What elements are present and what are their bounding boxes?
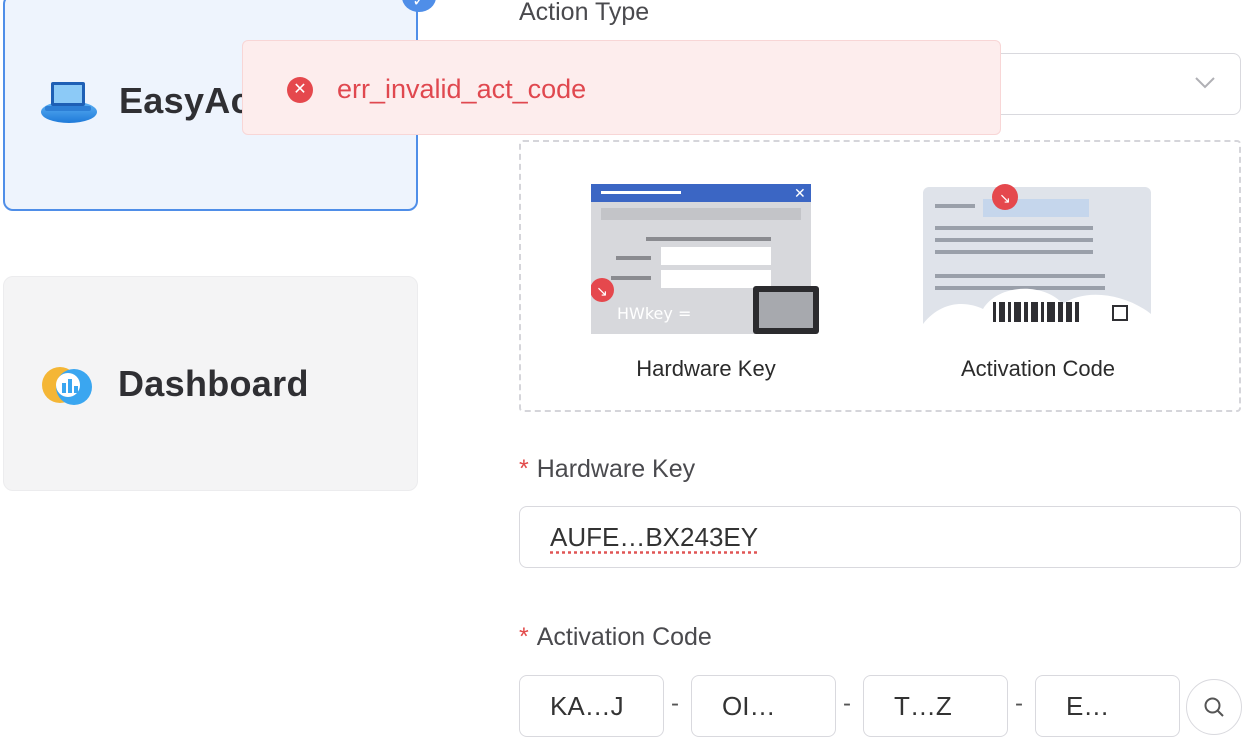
product-name-easyac: EasyAc xyxy=(119,80,251,121)
segment-separator: - xyxy=(671,690,679,717)
hardware-key-input[interactable]: AUFE…BX243EY xyxy=(519,506,1241,568)
option-activation-code[interactable]: ↘ Activation Code xyxy=(923,184,1153,384)
required-mark: * xyxy=(519,455,529,483)
hardware-key-label: * Hardware Key xyxy=(519,455,695,484)
close-icon: ✕ xyxy=(287,77,313,103)
activation-type-picker: ✕ HWkey = ↘ Hardware Key ↘ Activation Co… xyxy=(519,140,1241,412)
svg-text:↘: ↘ xyxy=(999,191,1011,207)
option-hardware-key[interactable]: ✕ HWkey = ↘ Hardware Key xyxy=(590,184,821,384)
activation-code-segment-1[interactable]: KA…J xyxy=(519,675,664,737)
activation-code-segment-4[interactable]: E… xyxy=(1035,675,1180,737)
search-button[interactable] xyxy=(1186,679,1242,735)
hardware-key-illustration: ✕ HWkey = ↘ xyxy=(590,184,819,334)
hardware-key-label-text: Hardware Key xyxy=(536,455,696,483)
hwkey-image-text: HWkey = xyxy=(617,304,691,323)
product-card-dashboard[interactable]: Dashboard xyxy=(3,276,418,491)
required-mark: * xyxy=(519,623,529,651)
dashboard-cloud-icon xyxy=(42,367,92,405)
activation-code-segment-3[interactable]: T…Z xyxy=(863,675,1008,737)
option-label-activation-code: Activation Code xyxy=(960,356,1116,381)
activation-code-label-text: Activation Code xyxy=(536,623,712,651)
error-toast: ✕ err_invalid_act_code xyxy=(242,40,1001,135)
segment-separator: - xyxy=(843,690,851,717)
product-name-dashboard: Dashboard xyxy=(118,363,309,404)
option-label-hardware-key: Hardware Key xyxy=(636,356,776,381)
svg-text:✕: ✕ xyxy=(794,186,806,202)
hardware-key-value: AUFE…BX243EY xyxy=(550,521,759,552)
action-type-label: Action Type xyxy=(519,0,650,26)
selected-badge: ✓ xyxy=(402,0,436,12)
segment-separator: - xyxy=(1015,690,1023,717)
activation-code-segment-2[interactable]: OI… xyxy=(691,675,836,737)
search-icon xyxy=(1204,697,1224,717)
activation-code-label: * Activation Code xyxy=(519,623,712,652)
chevron-down-icon xyxy=(1195,77,1215,89)
svg-text:↘: ↘ xyxy=(596,284,608,300)
check-icon: ✓ xyxy=(412,0,426,10)
laptop-cloud-icon xyxy=(41,82,97,123)
activation-code-illustration: ↘ xyxy=(923,184,1151,335)
error-message: err_invalid_act_code xyxy=(337,74,587,104)
